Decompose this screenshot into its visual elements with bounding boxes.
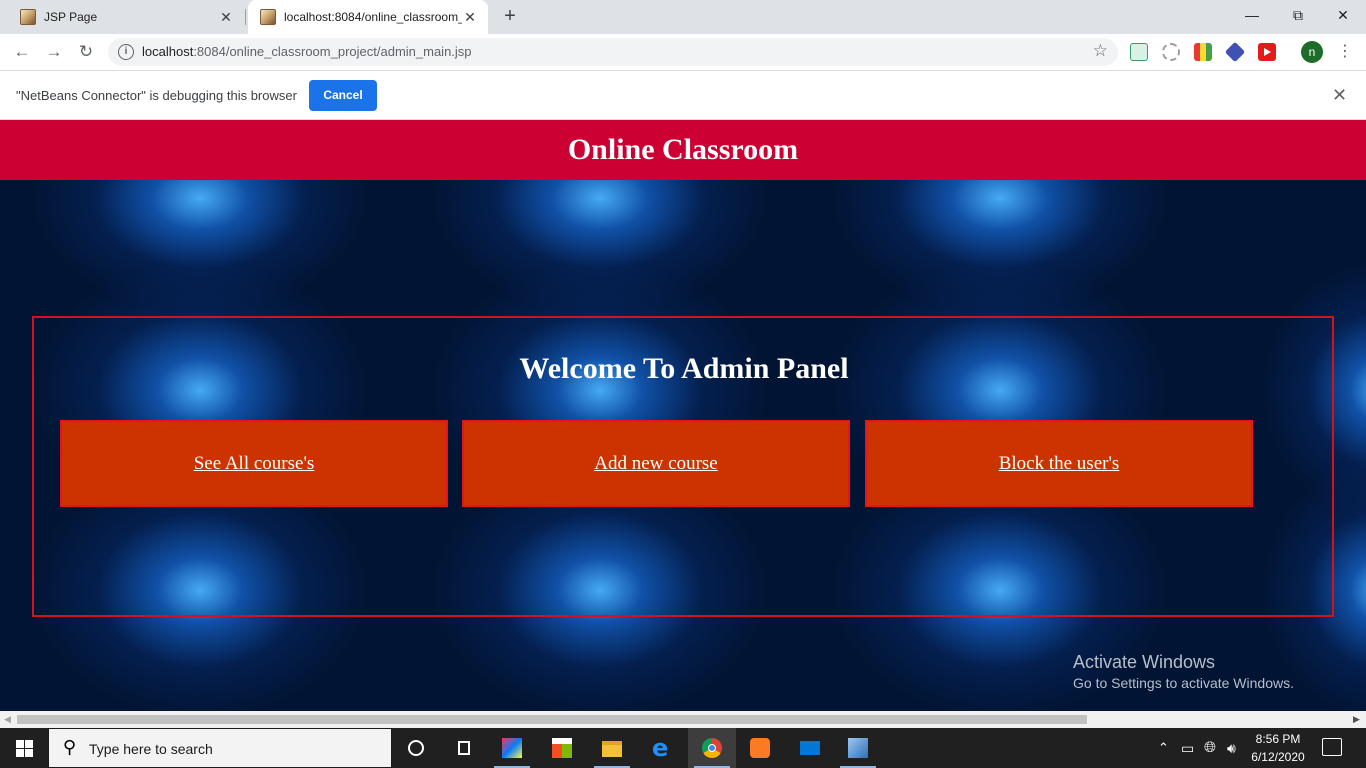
page-favicon-icon (20, 9, 36, 25)
file-explorer-icon[interactable] (588, 728, 636, 768)
extension-cube-icon[interactable] (1224, 41, 1246, 63)
intellij-icon[interactable] (488, 728, 536, 768)
minimize-icon[interactable]: — (1229, 0, 1275, 30)
reload-icon[interactable]: ↻ (74, 40, 98, 64)
page-viewport: Online Classroom Welcome To Admin Panel … (0, 120, 1366, 711)
microsoft-store-icon[interactable] (538, 728, 586, 768)
new-tab-icon[interactable]: + (498, 5, 522, 29)
tab-title: localhost:8084/online_classroom_ (284, 10, 462, 24)
volume-icon[interactable]: 🔊︎ (1227, 728, 1236, 768)
play-icon (1264, 48, 1271, 56)
task-view-glyph (458, 741, 470, 755)
watermark-subtitle: Go to Settings to activate Windows. (1073, 675, 1294, 691)
virtualbox-icon[interactable] (834, 728, 882, 768)
bookmark-star-icon[interactable]: ☆ (1093, 41, 1108, 61)
infobar-close-icon[interactable]: ✕ (1332, 85, 1347, 106)
url-text: localhost:8084/online_classroom_project/… (142, 44, 472, 59)
chrome-center (708, 744, 716, 752)
panel-title: Welcome To Admin Panel (519, 352, 849, 385)
see-all-courses-button[interactable]: See All course's (60, 420, 448, 507)
see-all-courses-link[interactable]: See All course's (194, 453, 315, 474)
windows-logo-pane (25, 749, 33, 757)
add-new-course-button[interactable]: Add new course (462, 420, 850, 507)
close-window-icon[interactable]: ✕ (1320, 0, 1366, 30)
scrollbar-thumb[interactable] (17, 715, 1087, 724)
browser-tab-strip: JSP Page ✕ localhost:8084/online_classro… (0, 0, 1366, 34)
scroll-right-icon[interactable]: ▶ (1353, 714, 1360, 725)
browser-menu-icon[interactable]: ⋮ (1337, 40, 1353, 64)
infobar-message: "NetBeans Connector" is debugging this b… (16, 88, 297, 103)
add-new-course-link[interactable]: Add new course (594, 453, 717, 474)
edge-icon[interactable]: e (638, 728, 686, 768)
network-globe-icon[interactable]: 🌐︎ (1204, 728, 1216, 768)
admin-panel: Welcome To Admin Panel See All course's … (32, 316, 1334, 617)
block-users-button[interactable]: Block the user's (865, 420, 1253, 507)
search-placeholder: Type here to search (89, 741, 213, 757)
site-header: Online Classroom (0, 120, 1366, 180)
activate-windows-watermark: Activate Windows Go to Settings to activ… (1073, 651, 1294, 693)
page-favicon-icon (260, 9, 276, 25)
windows-taskbar: ⚲ Type here to search e ⌃ ▭ 🌐︎ 🔊︎ 8:56 P… (0, 728, 1366, 768)
horizontal-scrollbar[interactable]: ◀ ▶ (0, 711, 1366, 728)
cortana-icon[interactable] (392, 728, 440, 768)
xampp-icon[interactable] (736, 728, 784, 768)
url-path: :8084/online_classroom_project/admin_mai… (193, 44, 472, 59)
extension-tv-icon[interactable] (1194, 43, 1212, 61)
back-icon[interactable]: ← (10, 40, 34, 64)
address-bar[interactable]: i localhost:8084/online_classroom_projec… (108, 38, 1118, 66)
xampp-glyph (750, 738, 770, 758)
windows-logo-icon (16, 740, 24, 748)
extension-gear-icon[interactable] (1162, 43, 1180, 61)
clock-time: 8:56 PM (1255, 732, 1301, 746)
infobar-cancel-button[interactable]: Cancel (309, 80, 377, 111)
virtualbox-glyph (848, 738, 868, 758)
extension-evernote-icon[interactable] (1130, 43, 1148, 61)
taskbar-clock[interactable]: 8:56 PM 6/12/2020 (1246, 730, 1310, 766)
start-button[interactable] (0, 728, 48, 768)
store-glyph (552, 738, 572, 758)
edge-glyph: e (652, 734, 669, 762)
scroll-left-icon[interactable]: ◀ (4, 714, 11, 725)
site-info-icon[interactable]: i (118, 44, 134, 60)
windows-logo-pane (25, 740, 33, 748)
show-hidden-icons-icon[interactable]: ⌃ (1158, 728, 1169, 768)
folder-glyph (602, 741, 622, 757)
taskbar-search-box[interactable]: ⚲ Type here to search (48, 728, 392, 768)
watermark-title: Activate Windows (1073, 652, 1216, 672)
tab-title: JSP Page (44, 10, 98, 24)
tab-separator (245, 9, 246, 25)
block-users-link[interactable]: Block the user's (999, 453, 1120, 474)
profile-avatar[interactable]: n (1301, 41, 1323, 63)
site-title: Online Classroom (567, 133, 799, 166)
mail-icon[interactable] (786, 728, 834, 768)
tab-admin-main[interactable]: localhost:8084/online_classroom_ ✕ (248, 0, 488, 34)
extension-youtube-icon[interactable] (1258, 43, 1276, 61)
intellij-glyph (502, 738, 522, 758)
browser-toolbar: ← → ↻ i localhost:8084/online_classroom_… (0, 34, 1366, 70)
chrome-icon[interactable] (688, 728, 736, 768)
envelope-glyph (800, 741, 820, 755)
tab-close-icon[interactable]: ✕ (218, 9, 234, 25)
debugging-infobar: "NetBeans Connector" is debugging this b… (0, 70, 1366, 120)
cortana-circle (408, 740, 424, 756)
task-view-icon[interactable] (440, 728, 488, 768)
battery-icon[interactable]: ▭ (1181, 728, 1194, 768)
url-host: localhost (142, 44, 194, 59)
notifications-icon[interactable] (1322, 738, 1342, 756)
tab-jsp-page[interactable]: JSP Page ✕ (8, 0, 244, 34)
clock-date: 6/12/2020 (1251, 750, 1305, 764)
tab-close-icon[interactable]: ✕ (462, 9, 478, 25)
windows-logo-pane (16, 749, 24, 757)
search-icon: ⚲ (63, 737, 77, 757)
restore-icon[interactable]: ⧉ (1275, 0, 1321, 30)
forward-icon[interactable]: → (42, 40, 66, 64)
